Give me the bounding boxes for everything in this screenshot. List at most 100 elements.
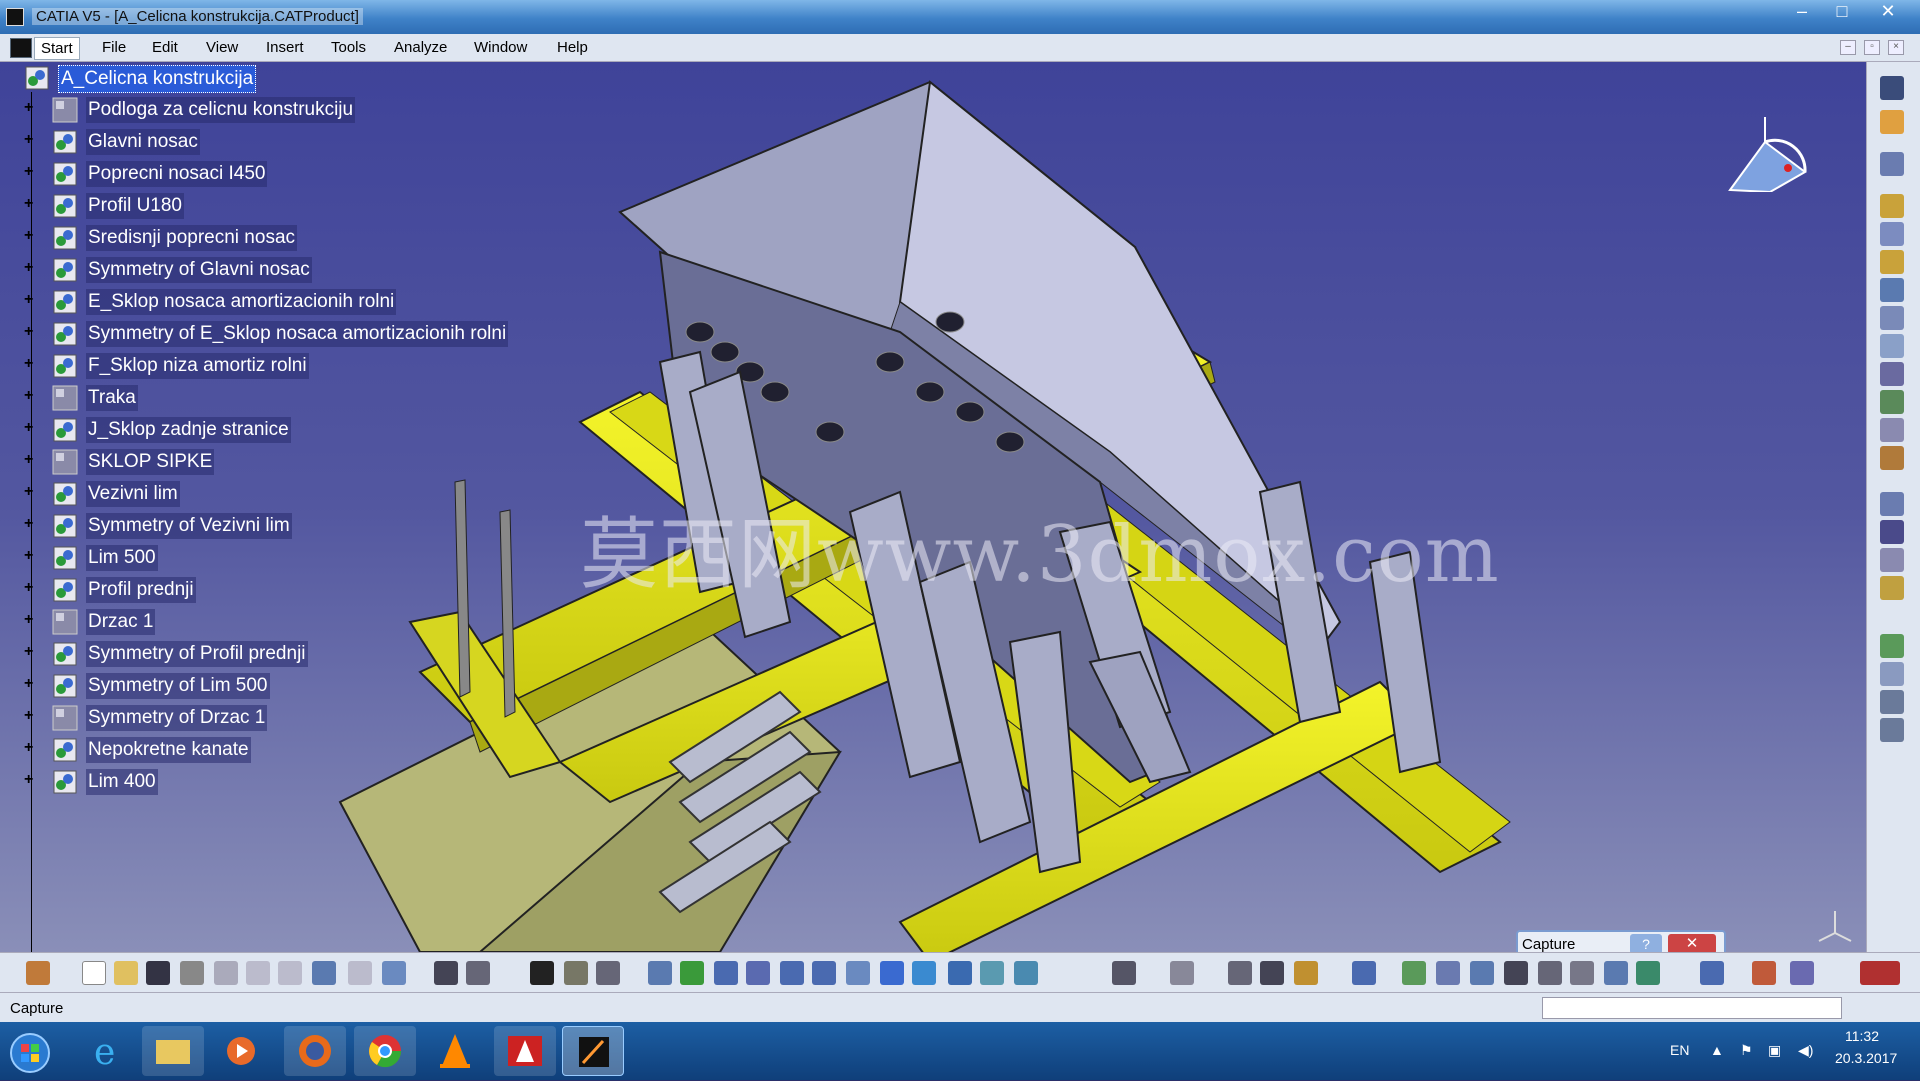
menu-start[interactable]: Start — [34, 37, 80, 60]
expand-icon[interactable]: + — [24, 228, 38, 244]
tree-node-poprecni-nosaci[interactable]: + Poprecni nosaci I450 — [22, 158, 562, 188]
capture-dialog[interactable]: Capture ? ✕ — [1516, 930, 1726, 952]
language-indicator[interactable]: EN — [1670, 1042, 1689, 1058]
tree-node-vezivni-lim[interactable]: + Vezivni lim — [22, 478, 562, 508]
bill-of-material-icon[interactable] — [1504, 961, 1528, 985]
clock-date[interactable]: 20.3.2017 — [1835, 1050, 1897, 1066]
fit-all-in-icon[interactable] — [680, 961, 704, 985]
tree-node-profil-u180[interactable]: + Profil U180 — [22, 190, 562, 220]
tree-item-label[interactable]: Profil prednji — [86, 577, 196, 603]
expand-icon[interactable]: + — [24, 164, 38, 180]
tree-item-label[interactable]: Symmetry of E_Sklop nosaca amortizacioni… — [86, 321, 509, 347]
tree-root-label[interactable]: A_Celicna konstrukcija — [58, 65, 257, 93]
menu-analyze[interactable]: Analyze — [394, 39, 447, 56]
generate-numbering-icon[interactable] — [1880, 334, 1904, 358]
close-button[interactable]: ✕ — [1862, 0, 1914, 24]
tree-item-label[interactable]: Sredisnji poprecni nosac — [86, 225, 298, 251]
tree-node-lim-400[interactable]: + Lim 400 — [22, 766, 562, 796]
sectioning-icon[interactable] — [1436, 961, 1460, 985]
constraint-icon[interactable] — [1880, 634, 1904, 658]
flag-icon[interactable]: ⚑ — [1740, 1042, 1753, 1059]
doc-restore-button[interactable]: ▫ — [1864, 40, 1880, 55]
clock-time[interactable]: 11:32 — [1845, 1028, 1879, 1044]
maximize-button[interactable]: □ — [1822, 0, 1862, 24]
tree-node-e-sklop[interactable]: + E_Sklop nosaca amortizacionih rolni — [22, 286, 562, 316]
menu-insert[interactable]: Insert — [266, 39, 304, 56]
rotate-icon[interactable] — [746, 961, 770, 985]
expand-icon[interactable]: + — [24, 612, 38, 628]
catia-app-icon[interactable] — [6, 8, 24, 26]
explode-icon[interactable] — [1880, 548, 1904, 572]
replace-component-icon[interactable] — [1880, 278, 1904, 302]
file-explorer-icon[interactable] — [142, 1026, 204, 1076]
copy-icon[interactable] — [246, 961, 270, 985]
catia-brand-icon[interactable] — [1860, 961, 1900, 985]
tree-node-traka[interactable]: + Traka — [22, 382, 562, 412]
annotation-icon[interactable] — [1570, 961, 1594, 985]
isometric-view-icon[interactable] — [912, 961, 936, 985]
tree-node-f-sklop[interactable]: + F_Sklop niza amortiz rolni — [22, 350, 562, 380]
tree-node-j-sklop[interactable]: + J_Sklop zadnje stranice — [22, 414, 562, 444]
expand-icon[interactable]: + — [24, 324, 38, 340]
new-file-icon[interactable] — [82, 961, 106, 985]
tree-node-nepokretne[interactable]: + Nepokretne kanate — [22, 734, 562, 764]
tree-node-profil-prednji[interactable]: + Profil prednji — [22, 574, 562, 604]
catalog-browser-icon[interactable] — [1880, 152, 1904, 176]
3d-viewport[interactable]: A_Celicna konstrukcija + Podloga za celic… — [0, 62, 1866, 952]
expand-icon[interactable]: + — [24, 484, 38, 500]
catia-taskbar-icon[interactable] — [562, 1026, 624, 1076]
vlc-icon[interactable] — [424, 1026, 486, 1076]
doc-minimize-button[interactable]: – — [1840, 40, 1856, 55]
stop-manipulate-icon[interactable] — [1880, 576, 1904, 600]
tree-node-symmetry-profil[interactable]: + Symmetry of Profil prednji — [22, 638, 562, 668]
save-icon[interactable] — [146, 961, 170, 985]
expand-icon[interactable]: + — [24, 452, 38, 468]
minimize-button[interactable]: – — [1782, 0, 1822, 24]
expand-icon[interactable]: + — [24, 708, 38, 724]
tree-item-label[interactable]: Symmetry of Lim 500 — [86, 673, 270, 699]
tree-node-symmetry-glavni[interactable]: + Symmetry of Glavni nosac — [22, 254, 562, 284]
tree-item-label[interactable]: Drzac 1 — [86, 609, 156, 635]
autocad-icon[interactable] — [494, 1026, 556, 1076]
menu-window[interactable]: Window — [474, 39, 527, 56]
shading-icon[interactable] — [948, 961, 972, 985]
update-icon[interactable] — [1112, 961, 1136, 985]
capture-close-button[interactable]: ✕ — [1668, 934, 1716, 952]
multi-view-icon[interactable] — [880, 961, 904, 985]
expand-icon[interactable]: + — [24, 292, 38, 308]
tree-item-label[interactable]: Glavni nosac — [86, 129, 200, 155]
expand-icon[interactable]: + — [24, 100, 38, 116]
expand-icon[interactable]: + — [24, 388, 38, 404]
comment-icon[interactable] — [466, 961, 490, 985]
expand-icon[interactable]: + — [24, 260, 38, 276]
expand-icon[interactable]: + — [24, 740, 38, 756]
tree-node-drzac-1[interactable]: + Drzac 1 — [22, 606, 562, 636]
tree-node-podloga[interactable]: + Podloga za celicnu konstrukciju — [22, 94, 562, 124]
snap-icon[interactable] — [1880, 520, 1904, 544]
tools-icon[interactable] — [1790, 961, 1814, 985]
angle-constraint-icon[interactable] — [1880, 718, 1904, 742]
tree-item-label[interactable]: Lim 500 — [86, 545, 158, 571]
power-input-field[interactable] — [1542, 997, 1842, 1019]
internet-explorer-icon[interactable]: e — [76, 1026, 138, 1076]
tree-item-label[interactable]: E_Sklop nosaca amortizacionih rolni — [86, 289, 397, 315]
chrome-icon[interactable] — [354, 1026, 416, 1076]
tree-node-lim-500[interactable]: + Lim 500 — [22, 542, 562, 572]
tree-item-label[interactable]: SKLOP SIPKE — [86, 449, 215, 475]
tree-item-label[interactable]: F_Sklop niza amortiz rolni — [86, 353, 309, 379]
tree-node-symmetry-lim[interactable]: + Symmetry of Lim 500 — [22, 670, 562, 700]
fly-mode-icon[interactable] — [648, 961, 672, 985]
expand-icon[interactable]: + — [24, 132, 38, 148]
tree-node-symmetry-drzac[interactable]: + Symmetry of Drzac 1 — [22, 702, 562, 732]
new-product-icon[interactable] — [1880, 222, 1904, 246]
redo-icon[interactable] — [348, 961, 372, 985]
publication-icon[interactable] — [1636, 961, 1660, 985]
tree-item-label[interactable]: Podloga za celicnu konstrukciju — [86, 97, 356, 123]
settings-icon[interactable] — [1752, 961, 1776, 985]
expand-icon[interactable]: + — [24, 356, 38, 372]
tree-item-label[interactable]: Traka — [86, 385, 138, 411]
formula-icon[interactable] — [434, 961, 458, 985]
knowledge-icon[interactable] — [1700, 961, 1724, 985]
refresh-icon[interactable] — [1170, 961, 1194, 985]
lock-icon[interactable] — [564, 961, 588, 985]
